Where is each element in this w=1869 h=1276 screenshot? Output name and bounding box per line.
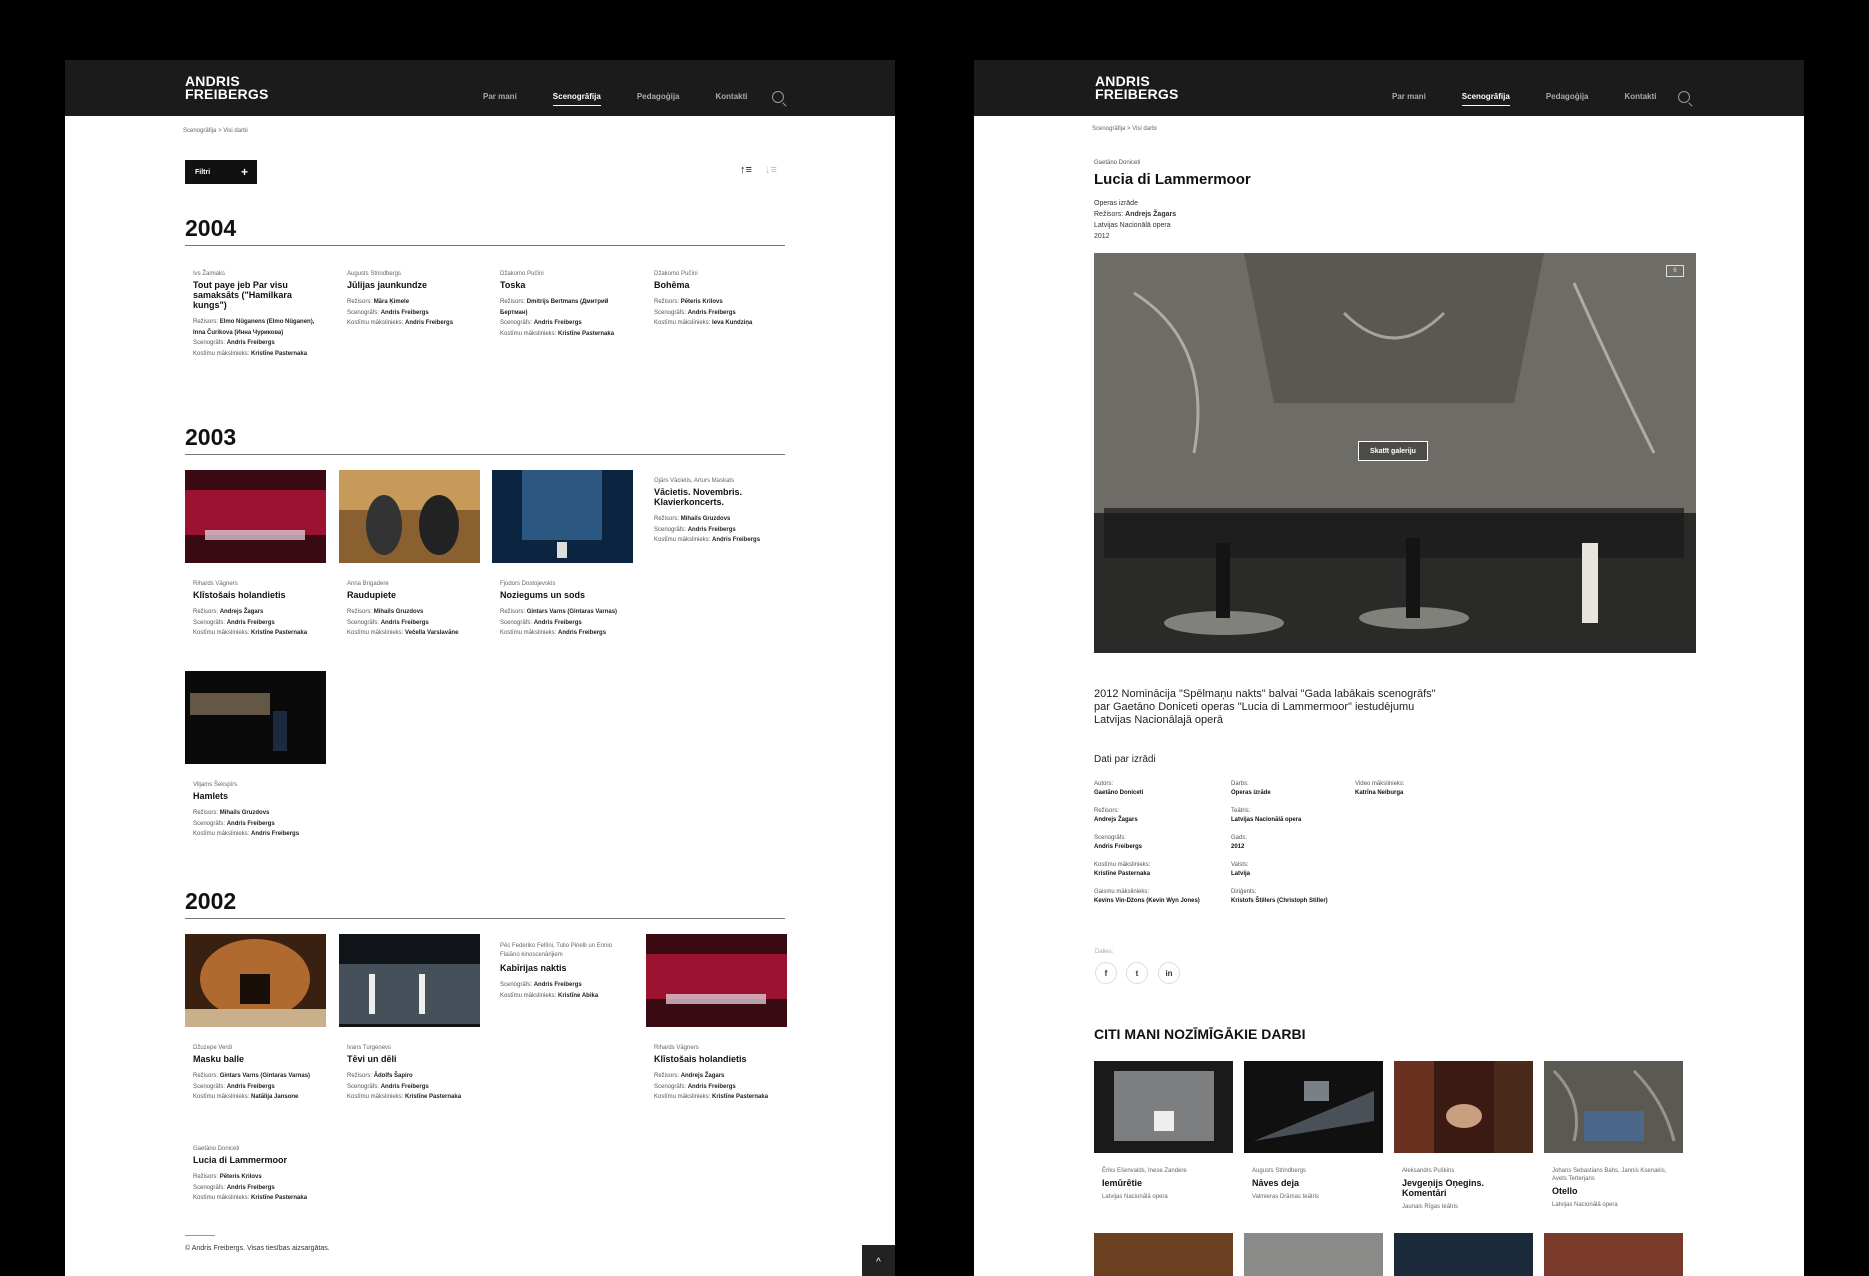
award-text: 2012 Nominācija "Spēlmaņu nakts" balvai …	[1094, 688, 1436, 726]
search-icon[interactable]	[772, 91, 784, 103]
work-thumbnail[interactable]	[1244, 1061, 1383, 1153]
work-card[interactable]: Džakomo Pučīni Toska Režisors: Dmitrijs …	[492, 271, 632, 339]
nav-item-pedagogija[interactable]: Pedagoģija	[1546, 92, 1589, 106]
other-work-card[interactable]: Aleksandrs Puškins Jevgeņijs Oņegins. Ko…	[1394, 1061, 1534, 1210]
view-gallery-button[interactable]: Skatīt galeriju	[1358, 441, 1428, 461]
work-thumbnail[interactable]	[185, 671, 326, 764]
nav-item-kontakti[interactable]: Kontakti	[716, 92, 748, 106]
chevron-up-icon: ^	[876, 1257, 881, 1268]
work-card[interactable]: Ivs Žamiaks Tout paye jeb Par visu samak…	[185, 271, 325, 359]
facts-heading: Dati par izrādi	[1094, 754, 1156, 765]
work-card[interactable]: Džuzepe Verdi Masku balle Režisors: Gint…	[185, 934, 326, 1103]
work-thumbnail[interactable]	[646, 934, 787, 1027]
work-thumbnail[interactable]	[1394, 1061, 1533, 1153]
work-card[interactable]: Viljams Šekspīrs Hamlets Režisors: Mihai…	[185, 671, 326, 840]
work-card[interactable]: Gaetāno Doniceti Lucia di Lammermoor Rež…	[185, 1146, 325, 1204]
breadcrumb[interactable]: Scenogrāfija > Visi darbi	[183, 128, 248, 134]
main-nav: Par mani Scenogrāfija Pedagoģija Kontakt…	[483, 92, 784, 106]
work-thumbnail[interactable]	[185, 470, 326, 563]
scroll-to-top-button[interactable]: ^	[862, 1245, 895, 1276]
filter-button[interactable]: Filtri +	[185, 160, 257, 184]
fact-item: Diriģents: Kristofs Štillers (Christoph S…	[1231, 889, 1328, 904]
work-thumbnail[interactable]	[1394, 1233, 1533, 1276]
fact-item: Autors: Gaetāno Doniceti	[1094, 781, 1144, 796]
share-label: Dalies:	[1095, 949, 1114, 955]
fact-item: Kostīmu mākslinieks: Kristīne Pasternaka	[1094, 862, 1151, 877]
twitter-share-icon[interactable]: t	[1126, 962, 1148, 984]
nav-item-par-mani[interactable]: Par mani	[483, 92, 517, 106]
nav-item-kontakti[interactable]: Kontakti	[1625, 92, 1657, 106]
nav-item-scenografija[interactable]: Scenogrāfija	[552, 92, 601, 106]
hero-image[interactable]: Skatīt galeriju 6	[1094, 253, 1696, 653]
other-work-card[interactable]: Johans Sebastians Bahs, Jannis Ksenakis,…	[1544, 1061, 1684, 1208]
search-icon[interactable]	[1678, 91, 1690, 103]
main-nav: Par mani Scenogrāfija Pedagoģija Kontakt…	[1392, 92, 1693, 106]
work-card[interactable]: Džakomo Pučīni Bohēma Režisors: Pēteris …	[646, 271, 786, 329]
gallery-count-badge: 6	[1666, 265, 1684, 277]
work-card[interactable]: Anna Brigadere Raudupiete Režisors: Miha…	[339, 470, 480, 639]
nav-item-par-mani[interactable]: Par mani	[1392, 92, 1426, 106]
work-thumbnail[interactable]	[339, 934, 480, 1027]
site-logo[interactable]: ANDRIS FREIBERGS	[1095, 74, 1178, 101]
fact-item: Gaismu mākslinieks: Kevins Vin-Džons (Kev…	[1094, 889, 1200, 904]
work-card[interactable]: Pēc Federiko Fellīni, Tulio Pinelli un E…	[492, 942, 632, 1001]
facebook-share-icon[interactable]: f	[1095, 962, 1117, 984]
work-thumbnail[interactable]	[1094, 1233, 1233, 1276]
site-logo[interactable]: ANDRIS FREIBERGS	[185, 74, 268, 101]
sort-ascending-icon[interactable]: ↑≡	[740, 164, 752, 176]
year-heading: 2002	[185, 888, 785, 919]
work-thumbnail[interactable]	[492, 470, 633, 563]
fact-item: Valsts: Latvija	[1231, 862, 1251, 877]
year-heading: 2003	[185, 424, 785, 455]
work-card[interactable]: Rihards Vāgners Klīstošais holandietis R…	[646, 934, 787, 1103]
work-card[interactable]: Augusts Strindbergs Jūlijas jaunkundze R…	[339, 271, 479, 329]
work-card[interactable]: Rihards Vāgners Klīstošais holandietis R…	[185, 470, 326, 639]
plus-icon: +	[240, 165, 248, 179]
work-title: Lucia di Lammermoor	[1094, 171, 1251, 188]
work-thumbnail[interactable]	[1244, 1233, 1383, 1276]
fact-item: Teātris: Latvijas Nacionālā opera	[1231, 808, 1302, 823]
work-card[interactable]: Fjodors Dostojevskis Noziegums un sods R…	[492, 470, 633, 639]
fact-item: Gads: 2012	[1231, 835, 1248, 850]
fact-item: Video mākslinieks: Katrīna Neiburga	[1355, 781, 1405, 796]
other-works-heading: CITI MANI NOZĪMĪGĀKIE DARBI	[1094, 1026, 1306, 1042]
other-work-card[interactable]: Augusts Strindbergs Nāves deja Valmieras…	[1244, 1061, 1384, 1200]
work-thumbnail[interactable]	[1094, 1061, 1233, 1153]
work-card[interactable]: Ojārs Vācietis, Arturs Maskats Vācietis.…	[646, 478, 786, 546]
work-card[interactable]: Ivans Turgeņevs Tēvi un dēli Režisors: Ā…	[339, 934, 480, 1103]
other-work-card[interactable]: Ēriks Ešenvalds, Inese Zandere Iemūrētie…	[1094, 1061, 1234, 1200]
year-heading: 2004	[185, 215, 785, 246]
work-meta: Operas izrāde Režisors: Andrejs Žagars L…	[1094, 200, 1177, 240]
nav-item-pedagogija[interactable]: Pedagoģija	[637, 92, 680, 106]
work-thumbnail[interactable]	[185, 934, 326, 1027]
fact-item: Režisors: Andrejs Žagars	[1094, 808, 1138, 823]
work-thumbnail[interactable]	[1544, 1233, 1683, 1276]
fact-item: Darbs: Operas izrāde	[1231, 781, 1271, 796]
work-author: Gaetāno Doniceti	[1094, 160, 1141, 166]
linkedin-share-icon[interactable]: in	[1158, 962, 1180, 984]
breadcrumb[interactable]: Scenogrāfija > Visi darbi	[1092, 126, 1157, 132]
site-header: ANDRIS FREIBERGS Par mani Scenogrāfija P…	[65, 60, 895, 116]
work-detail-page: ANDRIS FREIBERGS Par mani Scenogrāfija P…	[974, 60, 1804, 1276]
footer-copyright: © Andris Freibergs. Visas tiesības aizsa…	[185, 1245, 330, 1252]
fact-item: Scenogrāfs: Andris Freibergs	[1094, 835, 1143, 850]
footer-divider	[185, 1235, 215, 1236]
sort-descending-icon[interactable]: ↓≡	[765, 164, 777, 176]
site-header: ANDRIS FREIBERGS Par mani Scenogrāfija P…	[974, 60, 1804, 116]
work-thumbnail[interactable]	[339, 470, 480, 563]
works-list-page: ANDRIS FREIBERGS Par mani Scenogrāfija P…	[65, 60, 895, 1276]
nav-item-scenografija[interactable]: Scenogrāfija	[1461, 92, 1510, 106]
work-thumbnail[interactable]	[1544, 1061, 1683, 1153]
